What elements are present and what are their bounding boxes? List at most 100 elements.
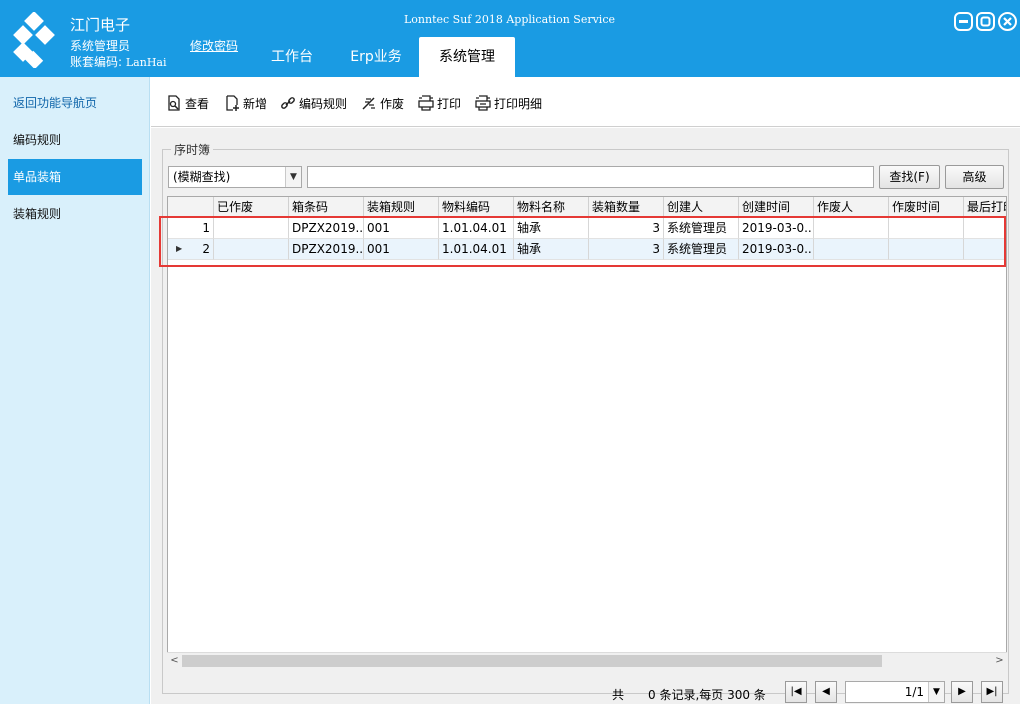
cell-voided [214,218,289,239]
void-label: 作废 [380,96,405,111]
search-input[interactable] [307,166,874,188]
journal-panel: 序时簿 (模糊查找) ▼ 查找(F) 高级 已作废 箱条码 装箱规则 物料编码 … [162,141,1009,703]
minimize-button[interactable] [954,12,973,31]
col-header-voided[interactable]: 已作废 [214,197,289,218]
cell-material-name: 轴承 [514,239,589,260]
void-button[interactable]: 作废 [361,94,404,112]
col-header-rule[interactable]: 装箱规则 [364,197,439,218]
row-index: 1 [168,218,214,239]
page-value: 1/1 [904,685,924,699]
grid-header: 已作废 箱条码 装箱规则 物料编码 物料名称 装箱数量 创建人 创建时间 作废人… [168,197,1006,218]
row-index: ▶ 2 [168,239,214,260]
app-title: Lonntec Suf 2018 Application Service [404,13,615,26]
sidebar: 返回功能导航页 编码规则 单品装箱 装箱规则 [0,77,150,704]
cell-voided [214,239,289,260]
page-select[interactable]: 1/1 ▼ [845,681,945,703]
new-icon [226,95,239,111]
link-icon [281,97,295,109]
horizontal-scrollbar[interactable]: < > [167,652,1007,668]
table-row[interactable]: ▶ 2 DPZX2019... 001 1.01.04.01 轴承 3 系统管理员… [168,239,1006,260]
col-header-qty[interactable]: 装箱数量 [589,197,664,218]
pager: 共 0 条记录,每页 300 条 |◀ ◀ 1/1 ▼ ▶ ▶| [163,676,1010,706]
void-icon [362,97,375,110]
sidebar-item-coding-rules[interactable]: 编码规则 [8,122,142,158]
minimize-icon [959,20,968,23]
cell-last-print [964,239,1006,260]
print-button[interactable]: 打印 [418,94,461,112]
chevron-left-icon[interactable]: < [167,653,182,669]
pager-total-prefix: 共 [612,688,625,702]
cell-qty: 3 [589,218,664,239]
col-header-index [168,197,214,218]
cell-creator: 系统管理员 [664,218,739,239]
cell-last-print [964,218,1006,239]
cell-barcode: DPZX2019... [289,239,364,260]
print-icon [418,95,434,111]
tab-erp[interactable]: Erp业务 [338,37,414,77]
account-label: 账套编码: [70,55,123,69]
account-code: 账套编码: LanHai [70,53,167,70]
col-header-last-print[interactable]: 最后打印 [964,197,1006,218]
print-detail-button[interactable]: 打印明细 [475,94,542,112]
user-role: 系统管理员 [70,39,131,53]
cell-material-code: 1.01.04.01 [439,239,514,260]
search-mode-select[interactable]: (模糊查找) ▼ [168,166,302,188]
col-header-created[interactable]: 创建时间 [739,197,814,218]
next-page-button[interactable]: ▶ [951,681,973,703]
chevron-down-icon: ▼ [285,167,301,187]
toolbar: 查看 新增 编码规则 作废 打印 打印明细 [151,77,1020,127]
close-button[interactable] [998,12,1017,31]
account-value: LanHai [125,56,167,69]
last-page-icon: ▶| [986,686,998,697]
logo-icon [13,12,55,68]
table-row[interactable]: 1 DPZX2019... 001 1.01.04.01 轴承 3 系统管理员 … [168,218,1006,239]
last-page-button[interactable]: ▶| [981,681,1003,703]
col-header-void-time[interactable]: 作废时间 [889,197,964,218]
cell-creator: 系统管理员 [664,239,739,260]
first-page-button[interactable]: |◀ [785,681,807,703]
maximize-icon [980,16,991,27]
cell-rule: 001 [364,218,439,239]
col-header-voider[interactable]: 作废人 [814,197,889,218]
cell-voider [814,239,889,260]
view-button[interactable]: 查看 [166,94,209,112]
coding-rules-button[interactable]: 编码规则 [280,94,347,112]
change-password-link[interactable]: 修改密码 [190,37,238,54]
maximize-button[interactable] [976,12,995,31]
scrollbar-thumb[interactable] [182,655,882,667]
col-header-barcode[interactable]: 箱条码 [289,197,364,218]
new-button[interactable]: 新增 [224,94,267,112]
print-label: 打印 [437,96,462,111]
cell-created: 2019-03-0... [739,239,814,260]
cell-qty: 3 [589,239,664,260]
sidebar-item-back[interactable]: 返回功能导航页 [8,85,142,121]
print-detail-label: 打印明细 [494,96,543,111]
tab-system-management[interactable]: 系统管理 [419,37,515,77]
cell-void-time [889,218,964,239]
search-mode-value: (模糊查找) [173,170,231,184]
cell-material-name: 轴承 [514,218,589,239]
row-pointer-icon: ▶ [176,244,183,253]
company-name: 江门电子 [70,16,131,34]
panel-title: 序时簿 [171,141,214,158]
data-grid: 已作废 箱条码 装箱规则 物料编码 物料名称 装箱数量 创建人 创建时间 作废人… [167,196,1007,668]
print-detail-icon [475,95,491,111]
advanced-button[interactable]: 高级 [945,165,1004,189]
tab-workbench[interactable]: 工作台 [256,37,328,77]
sidebar-item-single-packing[interactable]: 单品装箱 [8,159,142,195]
sidebar-item-packing-rules[interactable]: 装箱规则 [8,196,142,232]
chevron-right-icon[interactable]: > [992,653,1007,669]
cell-created: 2019-03-0... [739,218,814,239]
cell-voider [814,218,889,239]
col-header-material-code[interactable]: 物料编码 [439,197,514,218]
find-button[interactable]: 查找(F) [879,165,940,189]
view-label: 查看 [185,96,210,111]
next-page-icon: ▶ [958,686,966,697]
coding-rules-label: 编码规则 [299,96,348,111]
main-content: 序时簿 (模糊查找) ▼ 查找(F) 高级 已作废 箱条码 装箱规则 物料编码 … [151,128,1020,704]
col-header-material-name[interactable]: 物料名称 [514,197,589,218]
view-icon [168,95,180,111]
col-header-creator[interactable]: 创建人 [664,197,739,218]
title-bar: 江门电子 系统管理员 账套编码: LanHai 修改密码 Lonntec Suf… [0,0,1020,77]
prev-page-button[interactable]: ◀ [815,681,837,703]
